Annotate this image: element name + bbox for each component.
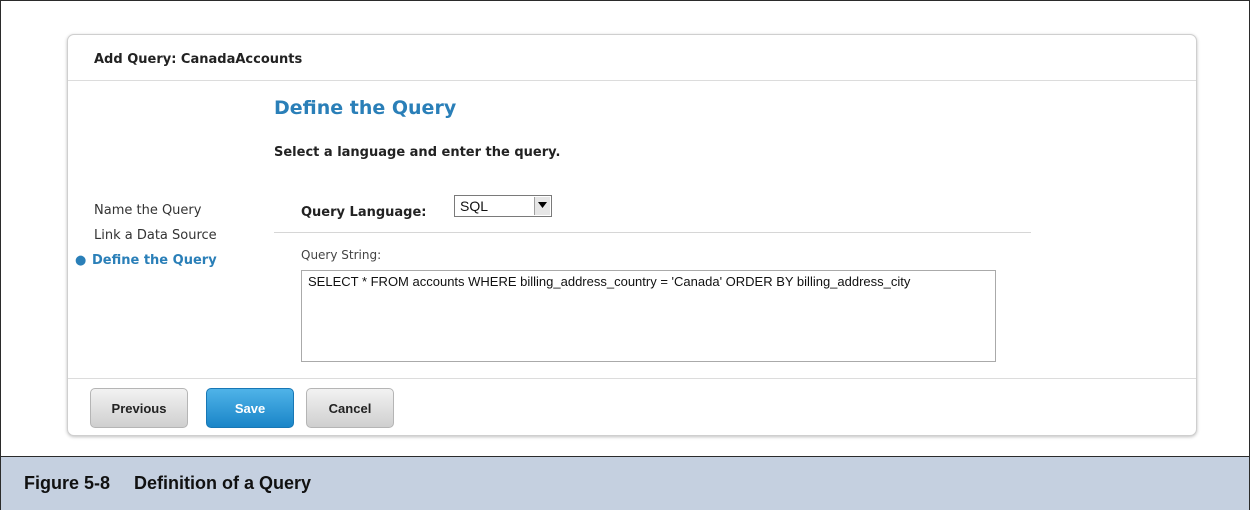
- figure-caption-bar: Figure 5-8 Definition of a Query: [1, 456, 1249, 510]
- wizard-steps: Name the Query Link a Data Source ● Defi…: [75, 202, 217, 277]
- section-subtitle: Select a language and enter the query.: [274, 145, 561, 160]
- step-name-the-query[interactable]: Name the Query: [92, 202, 217, 227]
- query-string-textarea[interactable]: SELECT * FROM accounts WHERE billing_add…: [301, 270, 996, 362]
- figure-number: Figure 5-8: [24, 473, 111, 493]
- query-language-select[interactable]: SQL: [454, 195, 552, 217]
- cancel-button[interactable]: Cancel: [306, 388, 394, 428]
- previous-button[interactable]: Previous: [90, 388, 188, 428]
- figure-frame: Add Query: CanadaAccounts Define the Que…: [0, 0, 1250, 510]
- bullet-icon: ●: [75, 253, 87, 268]
- step-define-the-query[interactable]: ● Define the Query: [75, 252, 217, 277]
- step-label: Name the Query: [94, 203, 202, 218]
- query-string-label: Query String:: [301, 248, 382, 262]
- step-label: Link a Data Source: [94, 228, 217, 243]
- save-button[interactable]: Save: [206, 388, 294, 428]
- select-dropdown-button[interactable]: [534, 197, 550, 215]
- dialog-header: Add Query: CanadaAccounts: [68, 35, 1196, 81]
- section-heading: Define the Query: [274, 97, 457, 119]
- dialog-title: Add Query: CanadaAccounts: [94, 52, 303, 67]
- dialog-footer: Previous Save Cancel: [68, 378, 1196, 436]
- add-query-dialog: Add Query: CanadaAccounts Define the Que…: [67, 34, 1197, 436]
- step-link-a-data-source[interactable]: Link a Data Source: [92, 227, 217, 252]
- query-language-value: SQL: [460, 198, 489, 214]
- divider: [274, 232, 1031, 233]
- step-label: Define the Query: [92, 253, 217, 268]
- chevron-down-icon: [538, 202, 547, 208]
- query-language-label: Query Language:: [301, 205, 427, 220]
- figure-title: Definition of a Query: [134, 473, 312, 493]
